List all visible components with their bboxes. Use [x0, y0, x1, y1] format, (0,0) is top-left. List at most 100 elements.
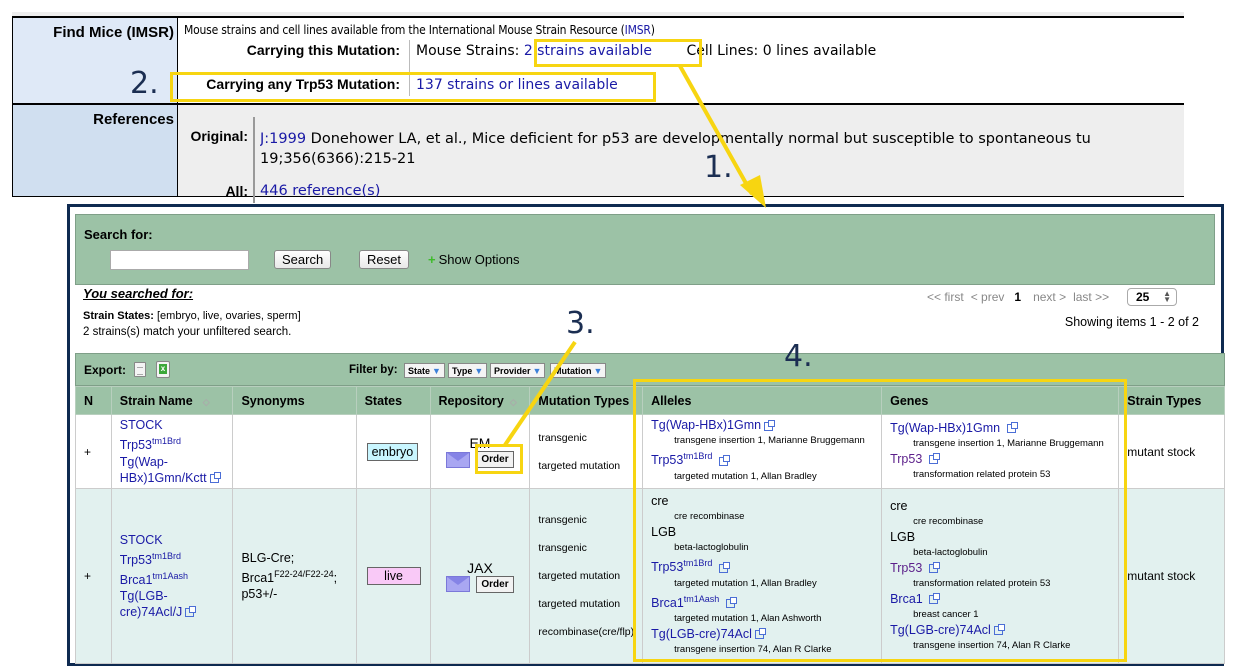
- mutation-type: transgenic: [538, 542, 587, 554]
- state-badge: live: [366, 567, 421, 585]
- states-cell: embryo: [355, 414, 431, 489]
- allele-superscript: tm1Brd: [151, 436, 181, 447]
- mouse-strains-link[interactable]: 2 strains available: [524, 43, 652, 59]
- reset-button[interactable]: Reset: [359, 250, 409, 269]
- imsr-intro: Mouse strains and cell lines available f…: [184, 23, 655, 37]
- page-size-select[interactable]: 25 ▲ ▼: [1127, 288, 1177, 306]
- divider: [253, 117, 255, 203]
- gene-link[interactable]: Brca1: [890, 592, 1110, 607]
- genes-cell: Tg(Wap-HBx)1Gmn transgene insertion 1, M…: [881, 414, 1120, 489]
- gene-link[interactable]: Tg(Wap-HBx)1Gmn: [890, 421, 1110, 436]
- first-page-link[interactable]: << first: [927, 290, 964, 304]
- filter-mutation[interactable]: Mutation ▼: [550, 363, 607, 378]
- col-strain-name-label: Strain Name: [119, 393, 193, 408]
- gene-link[interactable]: Tg(LGB-cre)74Acl: [890, 623, 1110, 638]
- last-page-link[interactable]: last >>: [1073, 290, 1109, 304]
- allele-description: targeted mutation 1, Allan Bradley: [674, 470, 817, 482]
- external-link-icon[interactable]: [1006, 421, 1018, 433]
- expand-toggle[interactable]: +: [75, 414, 112, 489]
- email-icon[interactable]: [446, 451, 471, 468]
- search-button[interactable]: Search: [274, 250, 332, 269]
- gene-description: transgene insertion 1, Marianne Bruggema…: [913, 437, 1104, 449]
- col-n: N: [75, 386, 112, 415]
- gene-description: transgene insertion 74, Alan R Clarke: [913, 639, 1071, 651]
- filter-type[interactable]: Type ▼: [448, 363, 488, 378]
- filter-type-label: Type: [452, 366, 473, 376]
- carrying-any-value: 137 strains or lines available: [416, 77, 618, 93]
- original-ref-link[interactable]: J:1999: [260, 131, 306, 147]
- all-references-link[interactable]: 446 reference(s): [260, 183, 380, 199]
- allele-link[interactable]: Trp53tm1Brd: [651, 449, 873, 468]
- strain-name-part: Trp53: [119, 438, 152, 453]
- col-strain-name[interactable]: Strain Name ◇: [110, 386, 234, 415]
- external-link-icon[interactable]: [754, 627, 766, 639]
- imsr-link[interactable]: IMSR: [625, 23, 651, 37]
- excel-export-icon[interactable]: [156, 361, 170, 378]
- allele-description: cre recombinase: [674, 511, 745, 523]
- external-link-icon[interactable]: [718, 561, 730, 573]
- original-ref-text: Donehower LA, et al., Mice deficient for…: [306, 131, 1091, 147]
- order-button[interactable]: Order: [476, 451, 514, 468]
- alleles-cell: Tg(Wap-HBx)1Gmn transgene insertion 1, M…: [642, 414, 883, 489]
- external-link-icon[interactable]: [764, 419, 776, 431]
- col-strain-types: Strain Types: [1118, 386, 1225, 415]
- allele-name: LGB: [651, 525, 677, 540]
- next-page-link[interactable]: next >: [1033, 290, 1066, 304]
- strain-name-link[interactable]: STOCK Trp53tm1Brd Tg(Wap- HBx)1Gmn/Kctt: [120, 417, 225, 485]
- allele-link[interactable]: Trp53tm1Brd: [651, 556, 873, 575]
- allele-name: Tg(Wap-HBx)1Gmn: [651, 418, 762, 433]
- states-cell: live: [355, 488, 431, 664]
- search-input[interactable]: [110, 250, 249, 270]
- allele-link[interactable]: Tg(Wap-HBx)1Gmn: [651, 418, 873, 433]
- external-link-icon[interactable]: [185, 606, 197, 618]
- expand-toggle[interactable]: +: [75, 488, 112, 664]
- email-icon[interactable]: [446, 576, 471, 592]
- mutation-type: transgenic: [538, 431, 587, 444]
- strain-type-cell: mutant stock: [1118, 488, 1225, 664]
- strain-name-link[interactable]: STOCK Trp53tm1Brd Brca1tm1Aash Tg(LGB- c…: [120, 532, 225, 620]
- filter-label: Filter by:: [349, 364, 398, 376]
- col-genes: Genes: [881, 386, 1120, 415]
- text-export-icon[interactable]: [134, 362, 146, 377]
- gene-link[interactable]: Trp53: [890, 561, 1110, 576]
- sort-icon[interactable]: ◇: [203, 397, 210, 407]
- allele-link[interactable]: Brca1tm1Aash: [651, 592, 873, 611]
- allele-name: Trp53: [651, 453, 684, 468]
- filter-mutation-label: Mutation: [554, 366, 592, 376]
- filter-state[interactable]: State ▼: [404, 363, 445, 378]
- external-link-icon[interactable]: [209, 471, 221, 483]
- synonym-superscript: F22-24/F22-24: [274, 568, 334, 579]
- mutation-type: recombinase(cre/flp): [538, 626, 635, 638]
- external-link-icon[interactable]: [718, 454, 730, 466]
- imsr-results-panel: Search for: Search Reset + Show Options Y…: [67, 204, 1225, 666]
- mutation-type: targeted mutation: [538, 459, 621, 472]
- carrying-this-label: Carrying this Mutation:: [246, 42, 400, 58]
- carrying-any-link[interactable]: 137 strains or lines available: [416, 77, 618, 93]
- state-badge: embryo: [366, 442, 419, 461]
- repository-cell: JAX Order: [429, 488, 531, 664]
- alleles-cell: cre cre recombinase LGB beta-lactoglobul…: [642, 488, 883, 664]
- order-button[interactable]: Order: [476, 575, 514, 593]
- allele-link[interactable]: Tg(LGB-cre)74Acl: [651, 627, 873, 642]
- allele-superscript: tm1Brd: [683, 558, 713, 569]
- external-link-icon[interactable]: [993, 623, 1005, 635]
- strain-name-part: HBx)1Gmn/Kctt: [119, 470, 207, 485]
- sort-icon[interactable]: ◇: [510, 397, 517, 407]
- gene-link[interactable]: Trp53: [890, 452, 1110, 467]
- external-link-icon[interactable]: [928, 452, 940, 464]
- show-options-toggle[interactable]: + Show Options: [428, 252, 520, 267]
- external-link-icon[interactable]: [929, 592, 941, 604]
- gene-name: LGB: [890, 529, 916, 544]
- external-link-icon[interactable]: [928, 561, 940, 573]
- col-repository-label: Repository: [438, 393, 504, 408]
- allele-description: transgene insertion 1, Marianne Bruggema…: [674, 435, 865, 447]
- showing-items: Showing items 1 - 2 of 2: [1064, 315, 1199, 329]
- prev-page-link[interactable]: < prev: [971, 290, 1005, 304]
- allele-description: targeted mutation 1, Allan Bradley: [674, 577, 817, 589]
- col-repository[interactable]: Repository ◇: [429, 386, 531, 415]
- external-link-icon[interactable]: [725, 596, 737, 608]
- repository-name: JAX: [467, 559, 493, 576]
- annotation-number-4: 4.: [784, 339, 813, 374]
- imsr-row: Find Mice (IMSR) Mouse strains and cell …: [12, 18, 1184, 103]
- filter-provider[interactable]: Provider ▼: [490, 363, 546, 378]
